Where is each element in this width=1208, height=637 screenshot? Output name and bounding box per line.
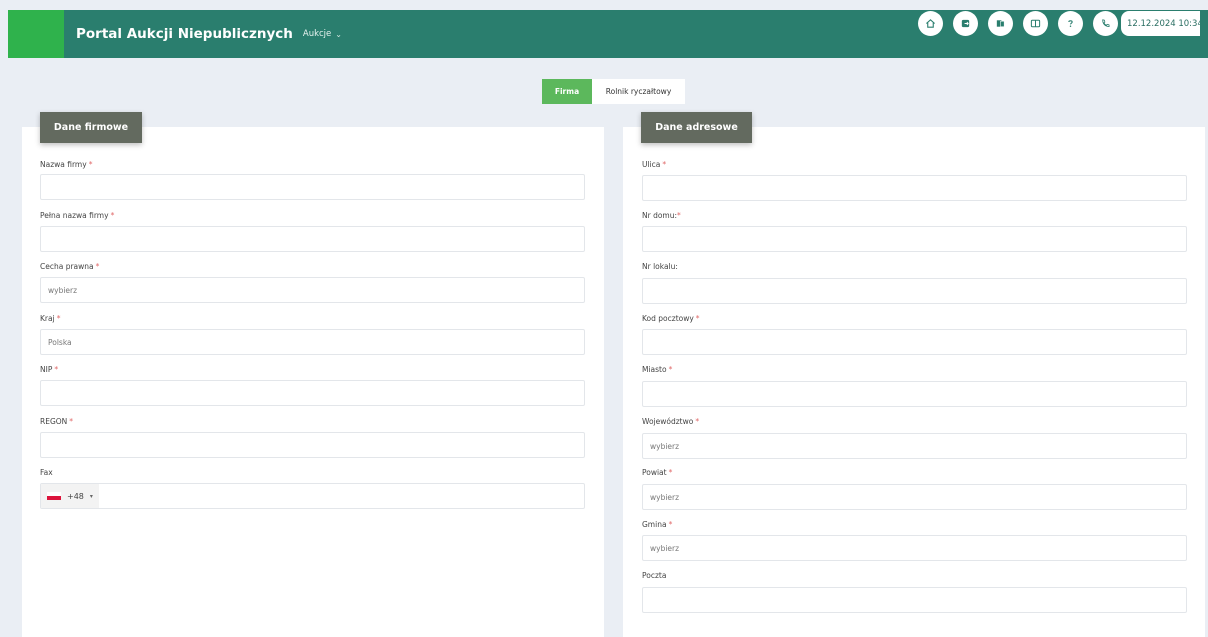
book-icon[interactable]	[1023, 11, 1048, 36]
ulica-input[interactable]	[642, 175, 1187, 201]
company-section-title: Dane firmowe	[40, 112, 142, 143]
top-icon-group	[918, 11, 1118, 36]
label-powiat: Powiat *	[642, 468, 673, 477]
nr-domu-input[interactable]	[642, 226, 1187, 252]
powiat-select[interactable]: wybierz	[642, 484, 1187, 510]
portal-title[interactable]: Portal Aukcji Niepublicznych	[76, 26, 293, 42]
entity-type-tabs: Firma Rolnik ryczałtowy	[542, 79, 685, 104]
phone-icon[interactable]	[1093, 11, 1118, 36]
label-cecha-prawna: Cecha prawna *	[40, 262, 100, 271]
company-data-card: Dane firmowe Nazwa firmy * Pełna nazwa fi…	[22, 112, 604, 637]
wojewodztwo-select[interactable]: wybierz	[642, 433, 1187, 459]
kraj-select[interactable]: Polska	[40, 329, 585, 355]
label-gmina: Gmina *	[642, 520, 673, 529]
tab-rolnik-ryczaltowy[interactable]: Rolnik ryczałtowy	[592, 79, 685, 104]
home-icon[interactable]	[918, 11, 943, 36]
nip-input[interactable]	[40, 380, 585, 406]
label-fax: Fax	[40, 468, 53, 477]
dial-code: +48	[67, 491, 84, 501]
label-nip: NIP *	[40, 365, 59, 374]
pelna-nazwa-firmy-input[interactable]	[40, 226, 585, 252]
datetime-display: 12.12.2024 10:34:0	[1121, 11, 1200, 36]
nazwa-firmy-input[interactable]	[40, 174, 585, 200]
chevron-down-icon: ⌄	[335, 29, 342, 39]
label-kraj: Kraj *	[40, 314, 61, 323]
cecha-prawna-select[interactable]: wybierz	[40, 277, 585, 303]
label-nr-domu: Nr domu:*	[642, 211, 681, 220]
miasto-input[interactable]	[642, 381, 1187, 407]
country-code-selector[interactable]: +48 ▾	[41, 484, 99, 508]
caret-down-icon: ▾	[89, 492, 93, 500]
menu-aukcje[interactable]: Aukcje ⌄	[303, 29, 342, 39]
gmina-select[interactable]: wybierz	[642, 535, 1187, 561]
documents-icon[interactable]	[988, 11, 1013, 36]
label-regon: REGON *	[40, 417, 74, 426]
poland-flag-icon	[47, 492, 61, 500]
address-section-title: Dane adresowe	[641, 112, 752, 143]
help-icon[interactable]	[1058, 11, 1083, 36]
label-nazwa-firmy: Nazwa firmy *	[40, 160, 93, 169]
logout-icon[interactable]	[953, 11, 978, 36]
label-ulica: Ulica *	[642, 160, 667, 169]
fax-input[interactable]: +48 ▾	[40, 483, 585, 509]
kod-pocztowy-input[interactable]	[642, 329, 1187, 355]
label-wojewodztwo: Województwo *	[642, 417, 700, 426]
label-nr-lokalu: Nr lokalu:	[642, 262, 678, 271]
poczta-input[interactable]	[642, 587, 1187, 613]
label-miasto: Miasto *	[642, 365, 673, 374]
address-data-card: Dane adresowe Ulica * Nr domu:* Nr lokalu…	[623, 112, 1205, 637]
regon-input[interactable]	[40, 432, 585, 458]
tab-firma[interactable]: Firma	[542, 79, 592, 104]
label-pelna-nazwa-firmy: Pełna nazwa firmy *	[40, 211, 115, 220]
menu-aukcje-label: Aukcje	[302, 29, 332, 39]
nr-lokalu-input[interactable]	[642, 278, 1187, 304]
logo[interactable]	[8, 10, 64, 58]
label-kod-pocztowy: Kod pocztowy *	[642, 314, 700, 323]
label-poczta: Poczta	[642, 571, 667, 580]
